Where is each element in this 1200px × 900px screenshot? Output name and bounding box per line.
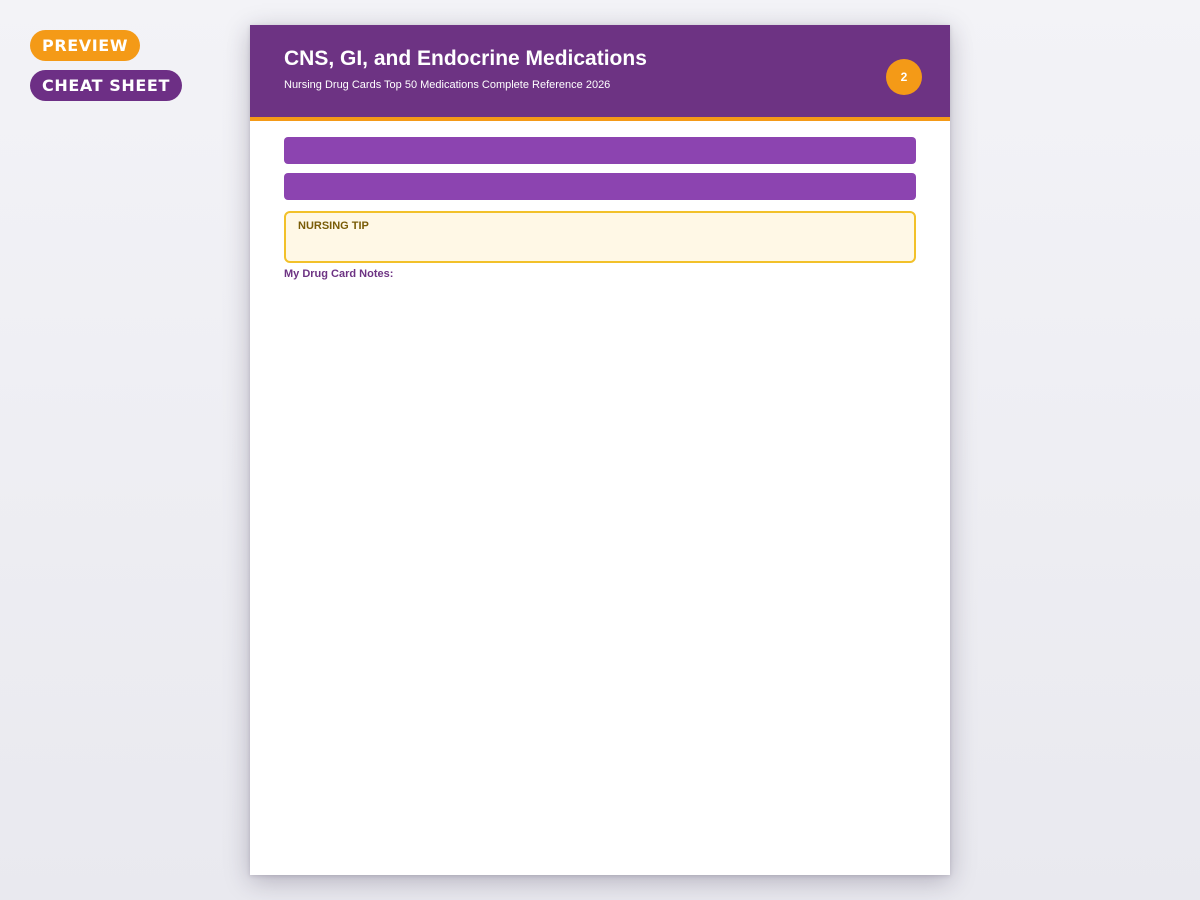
- page-header: CNS, GI, and Endocrine Medications Nursi…: [250, 25, 950, 121]
- page-number-badge: 2: [886, 59, 922, 95]
- page-subtitle: Nursing Drug Cards Top 50 Medications Co…: [284, 79, 611, 91]
- drug-card-notes-label: My Drug Card Notes:: [284, 268, 394, 280]
- document-page: CNS, GI, and Endocrine Medications Nursi…: [250, 25, 950, 875]
- page-title: CNS, GI, and Endocrine Medications: [284, 47, 647, 70]
- nursing-tip-label: NURSING TIP: [298, 220, 369, 232]
- section-bar: [284, 137, 916, 164]
- preview-badge: PREVIEW: [30, 30, 141, 61]
- nursing-tip-box: NURSING TIP: [284, 211, 916, 263]
- cheat-sheet-badge: CHEAT SHEET: [30, 70, 182, 101]
- section-bar: [284, 173, 916, 200]
- page-content: NURSING TIP My Drug Card Notes:: [250, 121, 950, 281]
